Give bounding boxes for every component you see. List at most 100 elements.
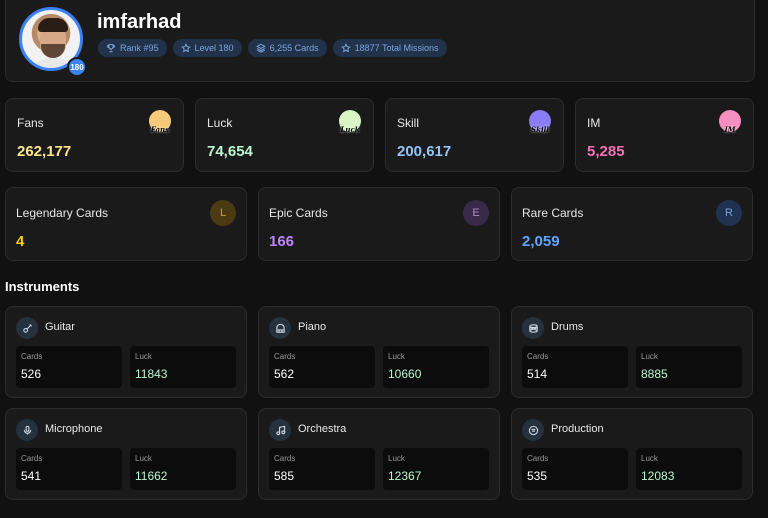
luck-value: 12083 <box>641 469 675 483</box>
stat-value: 200,617 <box>397 143 452 160</box>
cards-value: 541 <box>21 469 42 483</box>
stat-value: 262,177 <box>17 143 72 160</box>
luck-box: Luck 10660 <box>383 346 489 388</box>
piano-icon <box>269 317 291 339</box>
rarity-card-rare: Rare Cards 2,059 R <box>511 187 753 261</box>
level-chip-label: Level 180 <box>194 43 234 53</box>
trophy-icon <box>107 44 115 53</box>
stat-value: 74,654 <box>207 143 253 160</box>
star-icon <box>180 43 191 53</box>
rarity-value: 4 <box>16 233 25 250</box>
cards-label: Cards <box>21 454 43 463</box>
level-badge: 180 <box>67 57 87 77</box>
luck-coin-icon: Luck <box>339 110 361 134</box>
rare-letter-icon: R <box>716 200 742 226</box>
luck-label: Luck <box>135 352 152 361</box>
luck-box: Luck 8885 <box>636 346 742 388</box>
profile-header: 180 imfarhad Rank #95 Level 180 6,255 Ca… <box>5 0 755 82</box>
instrument-name: Drums <box>551 321 584 333</box>
luck-value: 11843 <box>135 367 168 381</box>
rank-chip: Rank #95 <box>98 39 167 57</box>
disc-icon <box>522 419 544 441</box>
stat-label: IM <box>587 116 601 130</box>
luck-label: Luck <box>641 352 658 361</box>
cards-label: Cards <box>527 352 549 361</box>
cards-box: Cards 526 <box>16 346 122 388</box>
stat-label: Skill <box>397 116 420 130</box>
luck-box: Luck 12083 <box>636 448 742 490</box>
cards-label: Cards <box>274 352 296 361</box>
luck-label: Luck <box>641 454 658 463</box>
stat-value: 5,285 <box>587 143 625 160</box>
instrument-card-drums[interactable]: Drums Cards 514 Luck 8885 <box>511 306 753 398</box>
instrument-card-orchestra[interactable]: Orchestra Cards 585 Luck 12367 <box>258 408 500 500</box>
stat-card-luck: Luck 74,654 Luck <box>195 98 374 172</box>
luck-box: Luck 11843 <box>130 346 236 388</box>
level-chip: Level 180 <box>172 39 242 57</box>
music-note-icon <box>269 419 291 441</box>
star-icon <box>340 43 351 53</box>
instrument-name: Production <box>551 423 604 435</box>
instrument-card-piano[interactable]: Piano Cards 562 Luck 10660 <box>258 306 500 398</box>
cards-chip: 6,255 Cards <box>247 39 327 57</box>
instrument-name: Piano <box>298 321 327 333</box>
luck-label: Luck <box>388 352 405 361</box>
avatar-container: 180 <box>19 7 87 77</box>
epic-letter-icon: E <box>463 200 489 226</box>
cards-label: Cards <box>274 454 296 463</box>
luck-label: Luck <box>135 454 152 463</box>
cards-label: Cards <box>21 352 43 361</box>
cards-box: Cards 541 <box>16 448 122 490</box>
microphone-icon <box>16 419 38 441</box>
luck-box: Luck 11662 <box>130 448 236 490</box>
stat-card-skill: Skill 200,617 Skill <box>385 98 564 172</box>
legendary-letter-icon: L <box>210 200 236 226</box>
im-coin-icon: IM <box>719 110 741 134</box>
rarity-card-legendary: Legendary Cards 4 L <box>5 187 247 261</box>
fans-coin-icon: Fans <box>149 110 171 134</box>
cards-value: 514 <box>527 367 548 381</box>
rarity-value: 2,059 <box>522 233 560 250</box>
drums-icon <box>522 317 544 339</box>
profile-chips: Rank #95 Level 180 6,255 Cards 18877 Tot… <box>98 39 447 57</box>
username: imfarhad <box>97 11 182 33</box>
rarity-label: Epic Cards <box>269 206 328 220</box>
cards-value: 535 <box>527 469 548 483</box>
luck-value: 8885 <box>641 367 668 381</box>
guitar-icon <box>16 317 38 339</box>
cards-value: 585 <box>274 469 295 483</box>
stat-card-fans: Fans 262,177 Fans <box>5 98 184 172</box>
cards-value: 526 <box>21 367 42 381</box>
missions-chip: 18877 Total Missions <box>332 39 447 57</box>
missions-chip-label: 18877 Total Missions <box>354 43 439 53</box>
luck-box: Luck 12367 <box>383 448 489 490</box>
cards-label: Cards <box>527 454 549 463</box>
instrument-name: Guitar <box>45 321 75 333</box>
luck-label: Luck <box>388 454 405 463</box>
rarity-card-epic: Epic Cards 166 E <box>258 187 500 261</box>
instrument-name: Orchestra <box>298 423 347 435</box>
stat-card-im: IM 5,285 IM <box>575 98 754 172</box>
stat-label: Luck <box>207 116 233 130</box>
cards-chip-label: 6,255 Cards <box>269 43 319 53</box>
luck-value: 11662 <box>135 469 168 483</box>
cards-box: Cards 562 <box>269 346 375 388</box>
luck-value: 10660 <box>388 367 422 381</box>
instrument-card-microphone[interactable]: Microphone Cards 541 Luck 11662 <box>5 408 247 500</box>
rarity-value: 166 <box>269 233 295 250</box>
skill-coin-icon: Skill <box>529 110 551 134</box>
instrument-card-guitar[interactable]: Guitar Cards 526 Luck 11843 <box>5 306 247 398</box>
rarity-label: Rare Cards <box>522 206 584 220</box>
instrument-name: Microphone <box>45 423 103 435</box>
cards-box: Cards 514 <box>522 346 628 388</box>
luck-value: 12367 <box>388 469 422 483</box>
rarity-label: Legendary Cards <box>16 206 109 220</box>
stat-label: Fans <box>17 116 44 130</box>
instrument-card-production[interactable]: Production Cards 535 Luck 12083 <box>511 408 753 500</box>
layers-icon <box>255 43 266 53</box>
cards-box: Cards 535 <box>522 448 628 490</box>
instruments-title: Instruments <box>5 279 80 294</box>
cards-box: Cards 585 <box>269 448 375 490</box>
rank-chip-label: Rank #95 <box>120 43 159 53</box>
cards-value: 562 <box>274 367 295 381</box>
